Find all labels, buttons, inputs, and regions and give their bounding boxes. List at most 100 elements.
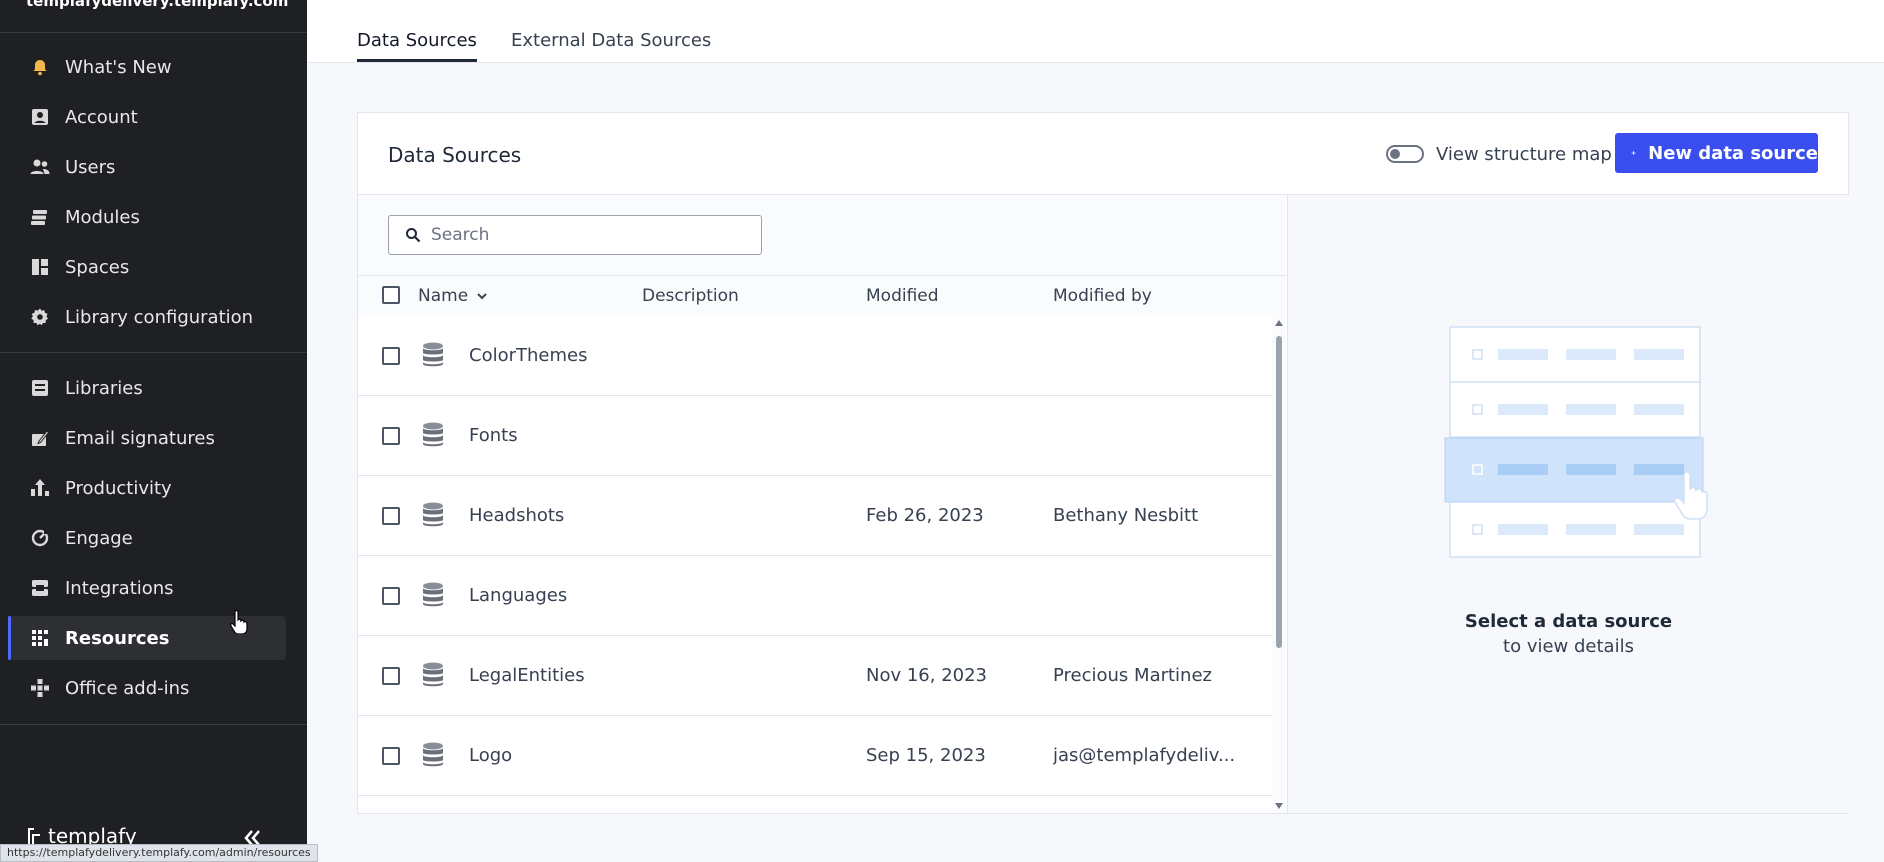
sidebar-item-label: Account	[65, 106, 138, 128]
table-row[interactable]: Languages	[358, 556, 1272, 636]
column-header-name[interactable]: Name	[418, 286, 488, 306]
sidebar-item-label: What's New	[65, 56, 172, 78]
cell-name: ColorThemes	[469, 345, 588, 366]
row-checkbox[interactable]	[382, 427, 400, 445]
select-all-checkbox[interactable]	[382, 286, 400, 304]
cell-name: Languages	[469, 585, 568, 606]
data-sources-card: Data Sources View structure map New data…	[357, 112, 1849, 814]
sidebar-item-label: Engage	[65, 527, 133, 549]
card-title: Data Sources	[388, 143, 522, 167]
empty-state-subtitle: to view details	[1503, 636, 1634, 657]
empty-state-illustration	[1444, 326, 1708, 558]
sidebar-item-label: Email signatures	[65, 427, 215, 449]
scroll-up-arrow-icon[interactable]	[1275, 320, 1283, 326]
database-icon	[423, 662, 443, 687]
scroll-down-arrow-icon[interactable]	[1275, 803, 1283, 809]
sidebar-item-office-add-ins[interactable]: Office add-ins	[8, 666, 286, 710]
database-icon	[423, 502, 443, 527]
sidebar-item-label: Spaces	[65, 256, 130, 278]
cell-modified: Feb 26, 2023	[866, 505, 984, 526]
sidebar-item-label: Libraries	[65, 377, 143, 399]
database-icon	[423, 742, 443, 767]
plus-icon	[1631, 151, 1636, 155]
tab-external-data-sources[interactable]: External Data Sources	[511, 30, 711, 59]
column-header-modified[interactable]: Modified	[866, 286, 939, 306]
tab-data-sources[interactable]: Data Sources	[357, 30, 477, 62]
view-structure-map-label[interactable]: View structure map	[1436, 144, 1612, 165]
toggle-knob	[1390, 149, 1400, 159]
view-structure-map-toggle[interactable]	[1386, 145, 1424, 163]
cell-modified: Sep 15, 2023	[866, 745, 986, 766]
tenant-name[interactable]: templafydelivery.templafy.com	[26, 0, 288, 10]
table-row[interactable]: ColorThemes	[358, 316, 1272, 396]
account-icon	[29, 106, 51, 128]
sidebar-divider	[0, 352, 307, 353]
sidebar-item-library-configuration[interactable]: Library configuration	[8, 295, 286, 339]
table-header: Name Description Modified Modified by	[358, 275, 1286, 317]
database-icon	[423, 582, 443, 607]
cell-modified-by: Precious Martinez	[1053, 665, 1212, 686]
row-checkbox[interactable]	[382, 747, 400, 765]
sidebar-item-label: Office add-ins	[65, 677, 190, 699]
search-input[interactable]	[429, 224, 733, 246]
row-checkbox[interactable]	[382, 667, 400, 685]
spaces-icon	[29, 256, 51, 278]
row-checkbox[interactable]	[382, 587, 400, 605]
search-icon	[406, 228, 421, 243]
cell-modified-by: Bethany Nesbitt	[1053, 505, 1199, 526]
users-icon	[29, 156, 51, 178]
list-scrollbar[interactable]	[1272, 316, 1286, 813]
libraries-icon	[29, 377, 51, 399]
card-header: Data Sources View structure map New data…	[358, 113, 1848, 195]
cell-name: LegalEntities	[469, 665, 585, 686]
templafy-logo-icon	[28, 828, 40, 844]
sidebar: templafydelivery.templafy.com What's New…	[0, 0, 307, 860]
table-row[interactable]: Headshots Feb 26, 2023 Bethany Nesbitt	[358, 476, 1272, 556]
sidebar-item-productivity[interactable]: Productivity	[8, 466, 286, 510]
sidebar-item-spaces[interactable]: Spaces	[8, 245, 286, 289]
top-tab-bar: Data Sources External Data Sources	[307, 0, 1884, 63]
empty-state-title: Select a data source	[1464, 611, 1673, 632]
productivity-icon	[29, 477, 51, 499]
sidebar-item-label: Resources	[65, 627, 170, 649]
sidebar-item-engage[interactable]: Engage	[8, 516, 286, 560]
sidebar-divider	[0, 32, 307, 33]
sidebar-item-integrations[interactable]: Integrations	[8, 566, 286, 610]
sidebar-item-email-signatures[interactable]: Email signatures	[8, 416, 286, 460]
gear-icon	[29, 306, 51, 328]
data-source-rows: ColorThemes Fonts Headshots Feb 26, 2023	[358, 316, 1272, 813]
new-data-source-label: New data source	[1648, 142, 1818, 164]
column-header-label: Name	[418, 286, 469, 306]
search-box[interactable]	[388, 215, 762, 255]
sidebar-divider	[0, 724, 307, 725]
engage-icon	[29, 527, 51, 549]
hand-cursor-icon	[230, 610, 248, 634]
cell-modified-by: jas@templafydeliv...	[1053, 745, 1236, 766]
scrollbar-thumb[interactable]	[1276, 336, 1282, 648]
sidebar-item-libraries[interactable]: Libraries	[8, 366, 286, 410]
table-row[interactable]: Logo Sep 15, 2023 jas@templafydeliv...	[358, 716, 1272, 796]
cell-name: Fonts	[469, 425, 518, 446]
browser-status-url: https://templafydelivery.templafy.com/ad…	[0, 844, 318, 862]
sidebar-item-account[interactable]: Account	[8, 95, 286, 139]
table-row[interactable]: Fonts	[358, 396, 1272, 476]
cell-name: Logo	[469, 745, 513, 766]
sidebar-item-label: Users	[65, 156, 116, 178]
column-header-modified-by[interactable]: Modified by	[1053, 286, 1152, 306]
sidebar-item-modules[interactable]: Modules	[8, 195, 286, 239]
signature-icon	[29, 427, 51, 449]
data-source-list-pane: Name Description Modified Modified by Co…	[358, 195, 1286, 813]
sidebar-item-label: Library configuration	[65, 306, 254, 328]
sidebar-item-label: Integrations	[65, 577, 174, 599]
new-data-source-button[interactable]: New data source	[1615, 133, 1818, 173]
bell-icon	[29, 56, 51, 78]
sidebar-item-whats-new[interactable]: What's New	[8, 45, 286, 89]
row-checkbox[interactable]	[382, 347, 400, 365]
table-row[interactable]: LegalEntities Nov 16, 2023 Precious Mart…	[358, 636, 1272, 716]
sidebar-item-label: Modules	[65, 206, 140, 228]
detail-pane: Select a data source to view details	[1287, 195, 1849, 813]
column-header-description[interactable]: Description	[642, 286, 739, 306]
sidebar-item-users[interactable]: Users	[8, 145, 286, 189]
integrations-icon	[29, 577, 51, 599]
row-checkbox[interactable]	[382, 507, 400, 525]
